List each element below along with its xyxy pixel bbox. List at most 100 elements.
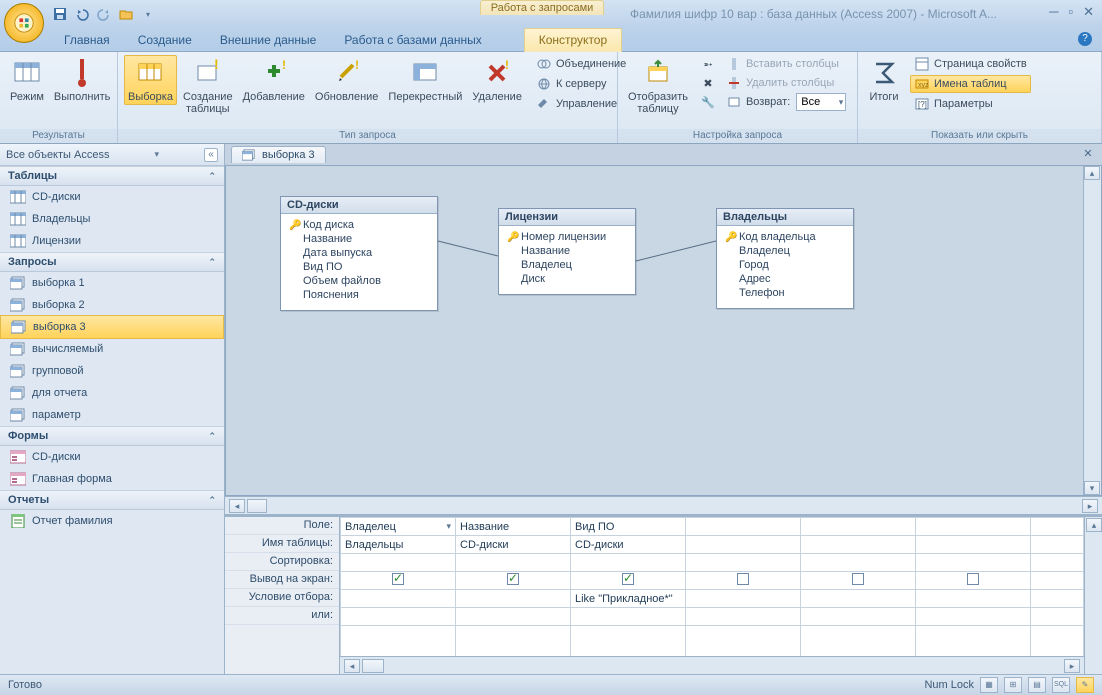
qat-dropdown-icon[interactable]: ▾ xyxy=(140,6,156,22)
minimize-button[interactable]: ─ xyxy=(1049,4,1058,20)
run-button[interactable]: Выполнить xyxy=(50,55,114,105)
tab-home[interactable]: Главная xyxy=(50,29,124,51)
nav-form-cd[interactable]: CD-диски xyxy=(0,446,224,468)
insert-rows-button[interactable]: ➵ xyxy=(696,55,720,73)
tab-design[interactable]: Конструктор xyxy=(524,28,622,52)
show-checkbox xyxy=(967,573,979,585)
object-tab[interactable]: выборка 3 xyxy=(231,146,326,163)
status-bar: Готово Num Lock ▦ ⊞ ▤ SQL ✎ xyxy=(0,674,1102,695)
show-checkbox xyxy=(852,573,864,585)
nav-section-reports[interactable]: Отчеты⌃ xyxy=(0,490,224,510)
undo-icon[interactable] xyxy=(74,6,90,22)
update-button[interactable]: ! Обновление xyxy=(311,55,383,105)
grid-hscroll[interactable]: ◂ ▸ xyxy=(340,656,1084,674)
nav-query-group[interactable]: групповой xyxy=(0,360,224,382)
svg-text:!: ! xyxy=(214,59,219,72)
nav-section-queries[interactable]: Запросы⌃ xyxy=(0,252,224,272)
open-icon[interactable] xyxy=(118,6,134,22)
designer-hscroll[interactable]: ◂ ▸ xyxy=(225,496,1102,514)
delete-columns-button[interactable]: Удалить столбцы xyxy=(722,74,838,92)
union-button[interactable]: Объединение xyxy=(532,55,630,73)
view-pivotchart-icon[interactable]: ▤ xyxy=(1028,677,1046,693)
table-box-owners[interactable]: Владельцы 🔑Код владельца Владелец Город … xyxy=(716,208,854,309)
work-area: Все объекты Access ▾ « Таблицы⌃ CD-диски… xyxy=(0,144,1102,674)
redo-icon[interactable] xyxy=(96,6,112,22)
row-field: Владелец Название Вид ПО xyxy=(341,518,1084,536)
status-ready: Готово xyxy=(8,679,42,691)
nav-table-cd[interactable]: CD-диски xyxy=(0,186,224,208)
document-title: Фамилия шифр 10 вар : база данных (Acces… xyxy=(630,7,997,21)
parameters-button[interactable]: [?]Параметры xyxy=(910,95,1031,113)
title-bar: ▾ Работа с запросами Фамилия шифр 10 вар… xyxy=(0,0,1102,28)
group-querysetup-label: Настройка запроса xyxy=(618,129,857,143)
nav-header[interactable]: Все объекты Access ▾ « xyxy=(0,144,224,166)
group-results-label: Результаты xyxy=(0,129,117,143)
svg-text:!: ! xyxy=(505,59,509,72)
key-icon: 🔑 xyxy=(725,232,735,243)
tab-create[interactable]: Создание xyxy=(124,29,206,51)
help-icon[interactable]: ? xyxy=(1078,32,1092,46)
nav-section-forms[interactable]: Формы⌃ xyxy=(0,426,224,446)
tab-database-tools[interactable]: Работа с базами данных xyxy=(330,29,495,51)
show-table-button[interactable]: Отобразить таблицу xyxy=(624,55,692,117)
nav-table-owners[interactable]: Владельцы xyxy=(0,208,224,230)
row-show xyxy=(341,572,1084,590)
nav-report[interactable]: Отчет фамилия xyxy=(0,510,224,532)
delete-rows-button[interactable]: ✖ xyxy=(696,74,720,92)
svg-text:!: ! xyxy=(282,59,286,72)
make-table-button[interactable]: ! Создание таблицы xyxy=(179,55,237,117)
append-button[interactable]: ! Добавление xyxy=(239,55,309,105)
nav-section-tables[interactable]: Таблицы⌃ xyxy=(0,166,224,186)
return-label: Возврат: xyxy=(722,93,794,111)
restore-button[interactable]: ▫ xyxy=(1068,4,1073,20)
totals-button[interactable]: Итоги xyxy=(864,55,904,105)
crosstab-button[interactable]: Перекрестный xyxy=(384,55,466,105)
insert-columns-button[interactable]: Вставить столбцы xyxy=(722,55,843,73)
property-sheet-button[interactable]: Страница свойств xyxy=(910,55,1031,73)
builder-button[interactable]: 🔧 xyxy=(696,93,720,111)
table-names-button[interactable]: xyzИмена таблиц xyxy=(910,75,1031,93)
view-design-icon[interactable]: ✎ xyxy=(1076,677,1094,693)
contextual-tab-header: Работа с запросами xyxy=(480,0,604,15)
nav-table-licenses[interactable]: Лицензии xyxy=(0,230,224,252)
row-or xyxy=(341,608,1084,626)
passthrough-button[interactable]: К серверу xyxy=(532,75,630,93)
key-icon: 🔑 xyxy=(507,232,517,243)
view-pivottable-icon[interactable]: ⊞ xyxy=(1004,677,1022,693)
document-tab-bar: выборка 3 ✕ xyxy=(225,144,1102,166)
svg-text:xyz: xyz xyxy=(918,82,929,89)
nav-query-1[interactable]: выборка 1 xyxy=(0,272,224,294)
group-querytype-label: Тип запроса xyxy=(118,129,617,143)
return-combo[interactable]: Все xyxy=(796,93,846,111)
nav-query-3[interactable]: выборка 3 xyxy=(0,315,224,339)
select-query-button[interactable]: Выборка xyxy=(124,55,177,105)
table-box-cd[interactable]: CD-диски 🔑Код диска Название Дата выпуск… xyxy=(280,196,438,311)
nav-query-param[interactable]: параметр xyxy=(0,404,224,426)
tab-external-data[interactable]: Внешние данные xyxy=(206,29,331,51)
view-button[interactable]: Режим xyxy=(6,55,48,105)
nav-query-calc[interactable]: вычисляемый xyxy=(0,338,224,360)
quick-access-toolbar: ▾ xyxy=(52,6,156,22)
view-sql-icon[interactable]: SQL xyxy=(1052,677,1070,693)
navigation-pane: Все объекты Access ▾ « Таблицы⌃ CD-диски… xyxy=(0,144,225,674)
close-tab-icon[interactable]: ✕ xyxy=(1080,147,1096,163)
nav-query-report[interactable]: для отчета xyxy=(0,382,224,404)
close-button[interactable]: ✕ xyxy=(1083,4,1094,20)
table-box-licenses[interactable]: Лицензии 🔑Номер лицензии Название Владел… xyxy=(498,208,636,295)
show-checkbox xyxy=(622,573,634,585)
row-sort xyxy=(341,554,1084,572)
nav-query-2[interactable]: выборка 2 xyxy=(0,294,224,316)
view-datasheet-icon[interactable]: ▦ xyxy=(980,677,998,693)
grid-vscroll[interactable]: ▴ xyxy=(1084,517,1102,674)
save-icon[interactable] xyxy=(52,6,68,22)
collapse-nav-icon[interactable]: « xyxy=(204,148,218,162)
grid-columns[interactable]: Владелец Название Вид ПО Владельцы CD-ди… xyxy=(340,517,1084,674)
data-definition-button[interactable]: Управление xyxy=(532,95,630,113)
designer-vscroll[interactable]: ▴ ▾ xyxy=(1083,166,1101,495)
query-designer[interactable]: CD-диски 🔑Код диска Название Дата выпуск… xyxy=(225,166,1102,496)
row-criteria: Like "Прикладное*" xyxy=(341,590,1084,608)
delete-query-button[interactable]: ! Удаление xyxy=(468,55,526,105)
nav-form-main[interactable]: Главная форма xyxy=(0,468,224,490)
grid-row-labels: Поле: Имя таблицы: Сортировка: Вывод на … xyxy=(225,517,340,674)
office-button[interactable] xyxy=(4,3,44,43)
